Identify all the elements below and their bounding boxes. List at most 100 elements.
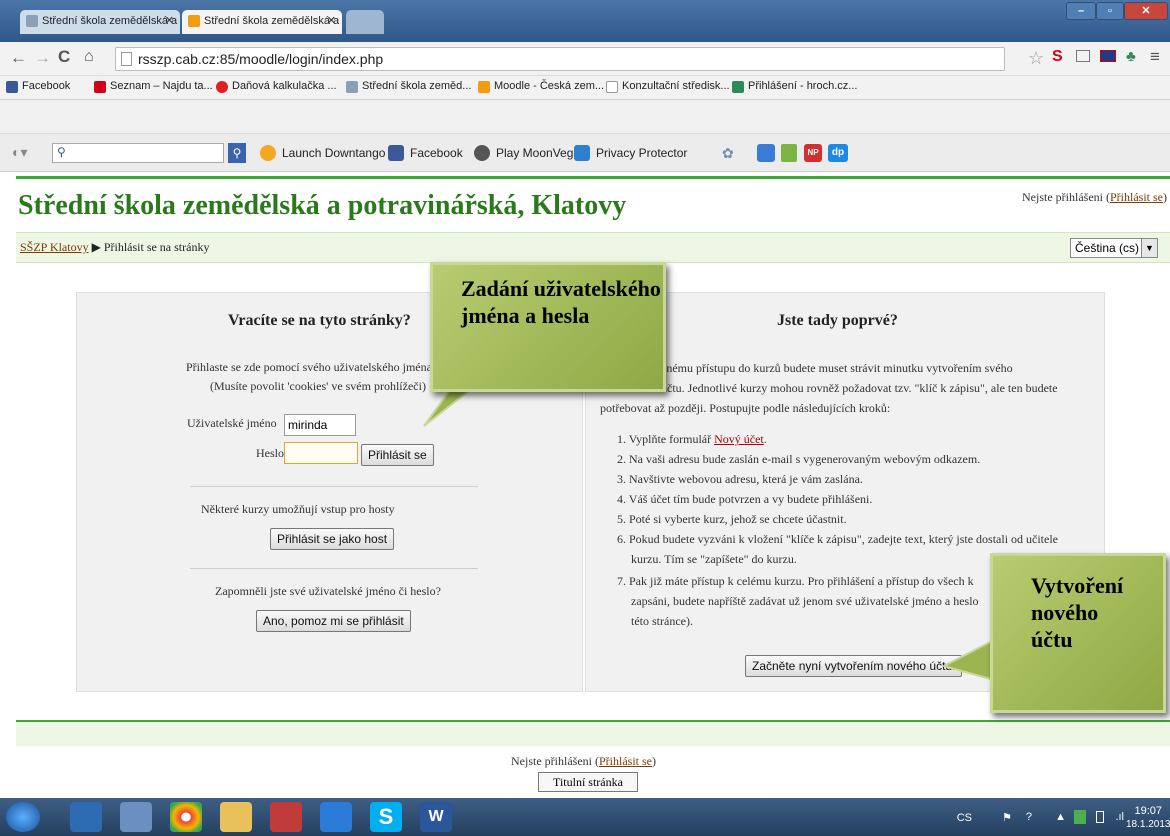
new-account-link[interactable]: Nový účet (714, 432, 764, 446)
address-bar[interactable]: rsszp.cab.cz:85/moodle/login/index.php (115, 47, 1005, 71)
menu-icon[interactable]: ≡ (1150, 47, 1160, 67)
hroch-icon (732, 81, 744, 93)
breadcrumb-current: Přihlásit se na stránky (103, 240, 210, 254)
bookmark-hroch[interactable]: Přihlášení - hroch.cz... (732, 80, 858, 93)
breadcrumb-separator-icon: ▶ (91, 240, 101, 254)
intro-line-1: plnému přístupu do kurzů budete muset st… (657, 361, 1013, 375)
toolbar-facebook[interactable]: Facebook (388, 145, 463, 161)
uk-flag-icon[interactable] (1100, 50, 1116, 62)
toolbar-item-label: Facebook (410, 146, 463, 160)
seznam-extension-icon[interactable]: S (1052, 48, 1063, 66)
snipping-tool-icon[interactable] (270, 802, 302, 832)
step-7a: 7. Pak již máte přístup k celému kurzu. … (617, 574, 974, 588)
battery-icon[interactable] (1096, 811, 1104, 823)
bookmark-school[interactable]: Střední škola zeměd... (346, 80, 471, 93)
extension-blue-icon[interactable] (757, 144, 775, 162)
extension-bar (0, 100, 1170, 134)
toolbar-launch-downtango[interactable]: Launch Downtango (260, 145, 385, 161)
browser-titlebar: Střední škola zemědělská a ✕ Střední ško… (0, 0, 1170, 42)
close-tab-icon[interactable]: ✕ (327, 14, 336, 27)
clock[interactable]: 19:07 18.1.2013 (1126, 804, 1170, 832)
guest-login-button[interactable]: Přihlásit se jako host (270, 528, 395, 550)
toolbar-search-input[interactable]: ⚲ (52, 143, 224, 163)
search-button-icon[interactable]: ⚲ (228, 143, 246, 163)
footer-login-info: Nejste přihlášeni (Přihlásit se) (511, 754, 656, 769)
maximize-icon[interactable]: ▫ (1096, 2, 1124, 20)
clock-time: 19:07 (1134, 805, 1162, 817)
explorer-icon[interactable] (120, 802, 152, 832)
login-info-prefix: Nejste přihlášeni ( (511, 754, 599, 768)
reload-icon[interactable]: C (58, 47, 70, 67)
extension-red-icon[interactable]: NP (804, 144, 822, 162)
bookmark-facebook[interactable]: Facebook (6, 80, 70, 93)
word-icon[interactable]: W (420, 802, 452, 832)
login-info: Nejste přihlášeni (Přihlásit se) (1022, 190, 1167, 205)
help-icon[interactable]: ? (1026, 811, 1032, 823)
bookmark-seznam[interactable]: Seznam – Najdu ta... (94, 80, 213, 93)
password-input[interactable] (284, 442, 358, 464)
bookmark-label: Přihlášení - hroch.cz... (748, 80, 858, 92)
bookmark-label: Konzultační středisk... (622, 80, 730, 92)
facebook-icon (388, 145, 404, 161)
home-icon[interactable]: ⌂ (84, 48, 94, 66)
gear-extension-icon[interactable]: ✿ (722, 145, 734, 162)
moodle-favicon-icon (188, 15, 200, 27)
step-2: 2. Na vaši adresu bude zaslán e-mail s v… (617, 452, 981, 466)
login-link[interactable]: Přihlásit se (1110, 190, 1163, 204)
show-hidden-icon[interactable]: ▲ (1055, 811, 1066, 823)
skype-icon[interactable]: S (370, 802, 402, 832)
start-button-icon[interactable] (6, 802, 40, 832)
header-divider (16, 176, 1170, 179)
app-icon[interactable] (320, 802, 352, 832)
chevron-down-icon[interactable]: ▼ (1141, 239, 1157, 257)
signal-icon[interactable]: .ıl (1115, 811, 1124, 823)
folder-icon[interactable] (220, 802, 252, 832)
login-info-suffix: ) (1163, 190, 1167, 204)
toolbar-logo-icon[interactable]: ◐▾ (12, 144, 27, 161)
forgot-password-button[interactable]: Ano, pomoz mi se přihlásit (256, 610, 411, 632)
toolbar-item-label: Privacy Protector (596, 146, 688, 160)
moonvegas-icon (474, 145, 490, 161)
bookmark-dan[interactable]: Daňová kalkulačka ... (216, 80, 337, 93)
new-tab-button[interactable] (346, 10, 384, 34)
home-page-button[interactable]: Titulní stránka (538, 772, 638, 792)
star-icon[interactable]: ☆ (1028, 48, 1044, 69)
username-input[interactable]: mirinda (284, 414, 356, 436)
extension-green-icon[interactable] (781, 144, 797, 162)
footer-band (16, 722, 1170, 746)
extension-dp-icon[interactable]: dp (828, 144, 848, 162)
login-info-suffix: ) (651, 754, 656, 768)
toolbar-privacy-protector[interactable]: Privacy Protector (574, 145, 688, 161)
language-select[interactable]: Čeština (cs) ▼ (1070, 238, 1158, 258)
mail-extension-icon[interactable] (1076, 50, 1090, 62)
chrome-icon[interactable] (170, 802, 202, 832)
site-title: Střední škola zemědělská a potravinářská… (18, 190, 627, 221)
tab-active[interactable]: Střední škola zemědělská a ✕ (182, 10, 342, 34)
bookmark-moodle[interactable]: Moodle - Česká zem... (478, 80, 605, 93)
intro-line-2: o účtu. Jednotlivé kurzy mohou rovněž po… (652, 381, 1058, 395)
forward-icon[interactable]: → (34, 48, 51, 68)
extension-icon[interactable]: ♣ (1126, 48, 1136, 65)
tray-app-icon[interactable] (1074, 810, 1086, 824)
minimize-icon[interactable]: – (1066, 2, 1096, 20)
navigation-bar: ← → C ⌂ rsszp.cab.cz:85/moodle/login/ind… (0, 42, 1170, 76)
login-button[interactable]: Přihlásit se (361, 444, 434, 466)
breadcrumb-home-link[interactable]: SŠZP Klatovy (20, 240, 89, 254)
close-tab-icon[interactable]: ✕ (165, 14, 174, 27)
tab-label: Střední škola zemědělská a (204, 15, 340, 27)
guest-text: Některé kurzy umožňují vstup pro hosty (201, 502, 395, 516)
bookmark-label: Moodle - Česká zem... (494, 80, 605, 92)
language-indicator[interactable]: CS (957, 812, 972, 824)
network-icon[interactable]: ⚑ (1002, 811, 1012, 824)
url-text: rsszp.cab.cz:85/moodle/login/index.php (138, 51, 384, 67)
toolbar-moonvegas[interactable]: Play MoonVegas (474, 145, 586, 161)
footer-login-link[interactable]: Přihlásit se (599, 754, 652, 768)
divider (190, 568, 478, 569)
tab-inactive[interactable]: Střední škola zemědělská a ✕ (20, 10, 180, 34)
back-icon[interactable]: ← (10, 48, 27, 68)
bookmark-konzultace[interactable]: Konzultační středisk... (606, 80, 730, 93)
window-close-icon[interactable]: ✕ (1124, 2, 1168, 20)
password-label: Heslo (256, 446, 284, 460)
media-player-icon[interactable] (70, 802, 102, 832)
cookies-note: (Musíte povolit 'cookies' ve svém prohlí… (210, 379, 426, 393)
